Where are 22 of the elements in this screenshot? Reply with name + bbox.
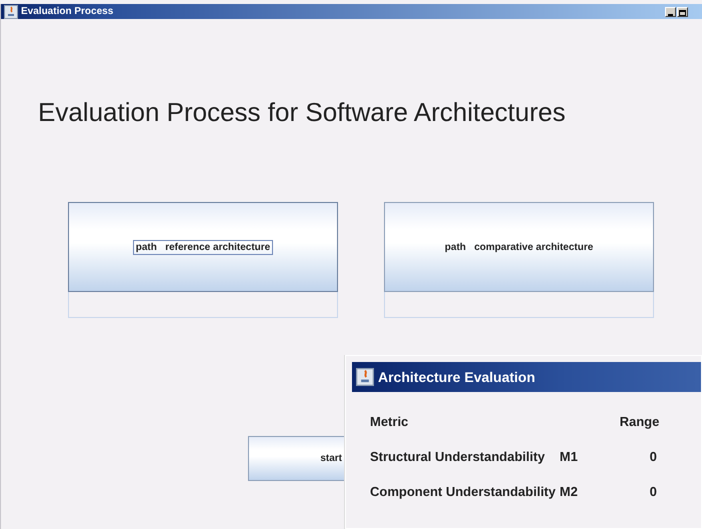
minimize-button[interactable] bbox=[665, 6, 676, 16]
range-value: 0 bbox=[650, 449, 658, 465]
metric-id: M1 bbox=[560, 449, 579, 465]
column-header: Range bbox=[620, 414, 660, 430]
cup-icon bbox=[356, 368, 374, 386]
path-field[interactable] bbox=[384, 292, 654, 318]
metric-name: Component Understandability bbox=[370, 484, 557, 500]
metric-id: M2 bbox=[560, 484, 579, 500]
cup-icon bbox=[4, 4, 18, 18]
window-title: Evaluation Process bbox=[21, 6, 114, 17]
page-heading: Evaluation Process for Software Architectures bbox=[38, 97, 566, 129]
minimize-icon bbox=[668, 14, 673, 16]
path-button[interactable]: path reference architecture bbox=[68, 202, 338, 292]
path-field[interactable] bbox=[68, 292, 338, 318]
path-button[interactable]: path comparative architecture bbox=[384, 202, 654, 292]
maximize-button[interactable] bbox=[677, 6, 688, 16]
range-value: 0 bbox=[650, 484, 658, 500]
start-button[interactable]: start bbox=[248, 436, 345, 481]
maximize-icon bbox=[679, 10, 686, 16]
metric-name: Structural Understandability bbox=[370, 449, 546, 465]
dialog-title: Architecture Evaluation bbox=[378, 369, 536, 385]
column-header: Metric bbox=[370, 414, 410, 430]
